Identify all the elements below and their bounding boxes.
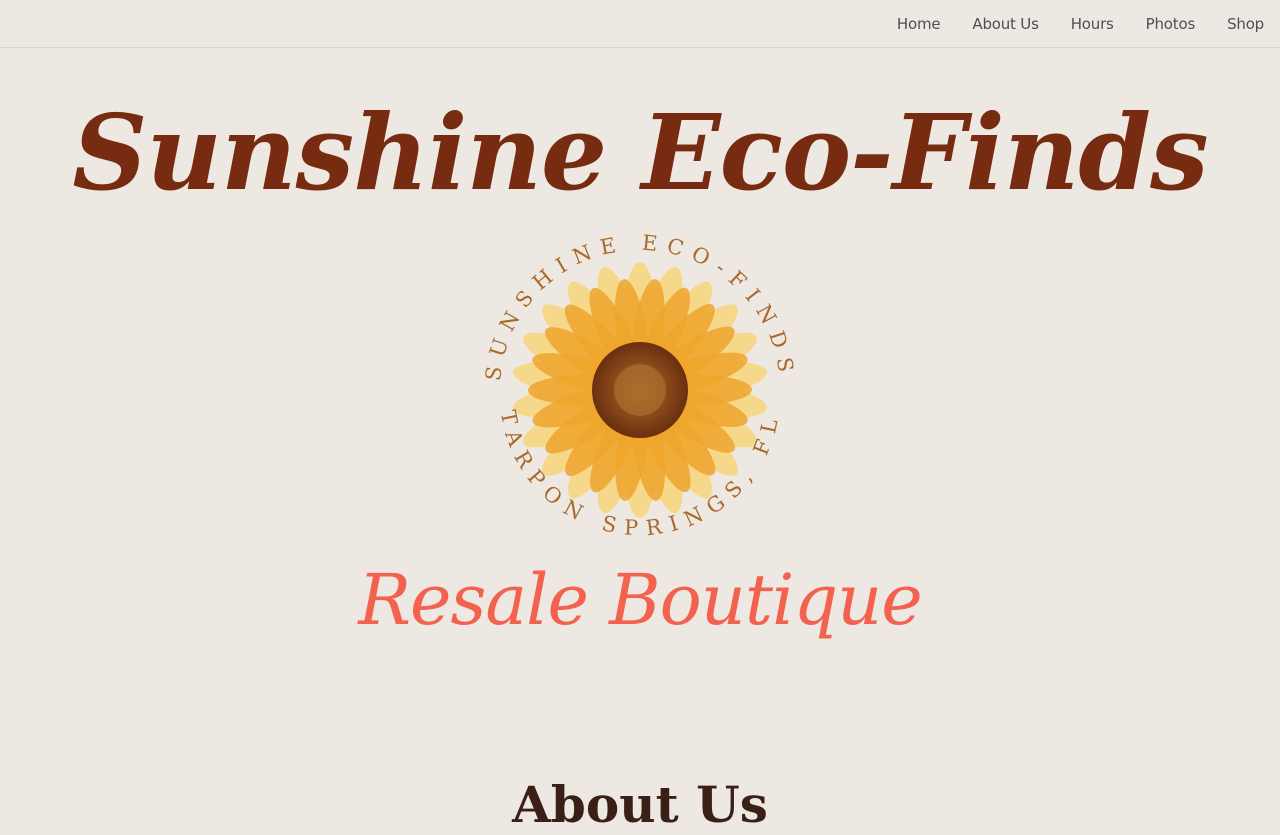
site-subtitle: Resale Boutique xyxy=(358,559,922,641)
nav-home-link[interactable]: Home xyxy=(897,15,941,33)
nav-about-us-link[interactable]: About Us xyxy=(972,15,1039,33)
nav-photos-link[interactable]: Photos xyxy=(1146,15,1196,33)
site-title: Sunshine Eco-Finds xyxy=(72,91,1208,214)
sunflower-icon: SUNSHINE ECO-FINDS TARPON SPRINGS, FL xyxy=(481,231,790,541)
logo-emblem: SUNSHINE ECO-FINDS TARPON SPRINGS, FL xyxy=(460,210,820,570)
top-navigation: Home About Us Hours Photos Shop xyxy=(0,0,1280,48)
nav-links: Home About Us Hours Photos Shop xyxy=(897,0,1264,47)
about-us-heading: About Us xyxy=(512,775,768,834)
nav-hours-link[interactable]: Hours xyxy=(1071,15,1114,33)
nav-shop-link[interactable]: Shop xyxy=(1227,15,1264,33)
